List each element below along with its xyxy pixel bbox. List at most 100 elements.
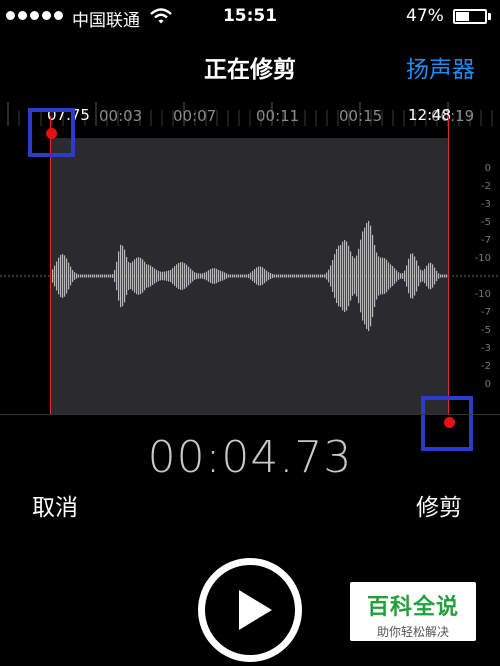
waveform-bar	[216, 268, 218, 284]
waveform-bar	[200, 273, 202, 279]
cancel-button[interactable]: 取消	[32, 488, 78, 522]
waveform-bar	[378, 256, 380, 296]
db-label: 0	[484, 163, 491, 174]
waveform-bar	[130, 262, 132, 290]
db-label: -5	[481, 325, 491, 336]
waveform-bar	[178, 262, 180, 290]
trim-start-handle[interactable]	[28, 108, 75, 157]
waveform-bar	[148, 264, 150, 288]
waveform-bar	[296, 274, 298, 278]
waveform-bar	[368, 220, 370, 332]
waveform-bar	[388, 262, 390, 290]
waveform-bar	[202, 273, 204, 279]
waveform-bar	[184, 263, 186, 289]
waveform-bar	[102, 274, 104, 278]
waveform-bar	[326, 272, 328, 280]
waveform-bar	[124, 249, 126, 303]
speaker-button[interactable]: 扬声器	[406, 50, 475, 84]
waveform-bar	[396, 270, 398, 282]
waveform-bar	[418, 265, 420, 287]
waveform	[0, 220, 500, 332]
waveform-bar	[308, 274, 310, 278]
waveform-bar	[188, 266, 190, 286]
waveform-bar	[234, 274, 236, 278]
waveform-bar	[412, 253, 414, 299]
waveform-bar	[258, 266, 260, 286]
play-button[interactable]	[198, 558, 302, 662]
waveform-bar	[316, 274, 318, 278]
waveform-bar	[292, 274, 294, 278]
tick-label: 00:03	[99, 107, 143, 125]
waveform-bar	[236, 274, 238, 278]
waveform-bar	[92, 274, 94, 278]
waveform-bar	[176, 264, 178, 288]
waveform-bar	[384, 258, 386, 294]
battery-icon	[453, 9, 487, 24]
waveform-bar	[232, 274, 234, 278]
waveform-bar	[382, 257, 384, 295]
waveform-bar	[80, 274, 82, 278]
waveform-bar	[164, 271, 166, 281]
waveform-bar	[94, 274, 96, 278]
waveform-bar	[280, 274, 282, 278]
waveform-bar	[78, 274, 80, 278]
waveform-bar	[380, 257, 382, 295]
waveform-bar	[246, 274, 248, 278]
waveform-bar	[96, 274, 98, 278]
waveform-bar	[84, 274, 86, 278]
waveform-bar	[68, 262, 70, 290]
waveform-bar	[194, 272, 196, 280]
waveform-bar	[110, 274, 112, 278]
waveform-bar	[424, 268, 426, 284]
waveform-bar	[290, 274, 292, 278]
waveform-bar	[370, 225, 372, 327]
waveform-bar	[56, 261, 58, 291]
waveform-bar	[306, 274, 308, 278]
waveform-bar	[106, 274, 108, 278]
timeline-ruler[interactable]: 00:03 00:07 00:11 00:15 00:19 07.75 12:4…	[0, 96, 500, 136]
waveform-bar	[300, 274, 302, 278]
waveform-bar	[206, 271, 208, 281]
waveform-bar	[142, 259, 144, 293]
waveform-bar	[320, 274, 322, 278]
waveform-bar	[218, 269, 220, 283]
waveform-bar	[108, 274, 110, 278]
waveform-bar	[344, 239, 346, 313]
waveform-bar	[180, 262, 182, 290]
waveform-bar	[64, 255, 66, 297]
waveform-bar	[250, 272, 252, 280]
waveform-bar	[140, 257, 142, 295]
waveform-area[interactable]: 0 -2 -3 -5 -7 -10 -10 -7 -5 -3 -2 0	[0, 116, 500, 414]
db-label: -10	[474, 253, 491, 264]
db-label: -7	[481, 235, 491, 246]
waveform-bar	[302, 274, 304, 278]
waveform-bar	[128, 261, 130, 291]
waveform-bar	[414, 256, 416, 296]
waveform-bar	[372, 234, 374, 318]
waveform-bar	[310, 274, 312, 278]
waveform-bar	[192, 270, 194, 282]
waveform-bar	[76, 273, 78, 279]
waveform-bar	[196, 272, 198, 280]
waveform-bar	[348, 245, 350, 307]
waveform-bar	[114, 270, 116, 282]
waveform-bar	[60, 254, 62, 298]
battery-percentage: 47%	[406, 6, 444, 26]
waveform-bar	[160, 271, 162, 281]
trim-end-dot	[444, 417, 455, 428]
waveform-bar	[392, 266, 394, 286]
waveform-bar	[294, 274, 296, 278]
waveform-bar	[156, 269, 158, 283]
watermark-logo: 百科全说 助你轻松解决	[350, 582, 476, 641]
waveform-bar	[118, 251, 120, 301]
waveform-bar	[150, 265, 152, 287]
waveform-bar	[252, 270, 254, 282]
tick-label: 00:15	[339, 107, 383, 125]
waveform-bar	[86, 274, 88, 278]
waveform-bar	[52, 269, 54, 283]
trim-button[interactable]: 修剪	[416, 488, 462, 522]
waveform-bar	[318, 274, 320, 278]
waveform-bar	[222, 271, 224, 281]
waveform-bar	[356, 255, 358, 297]
waveform-bar	[132, 261, 134, 291]
